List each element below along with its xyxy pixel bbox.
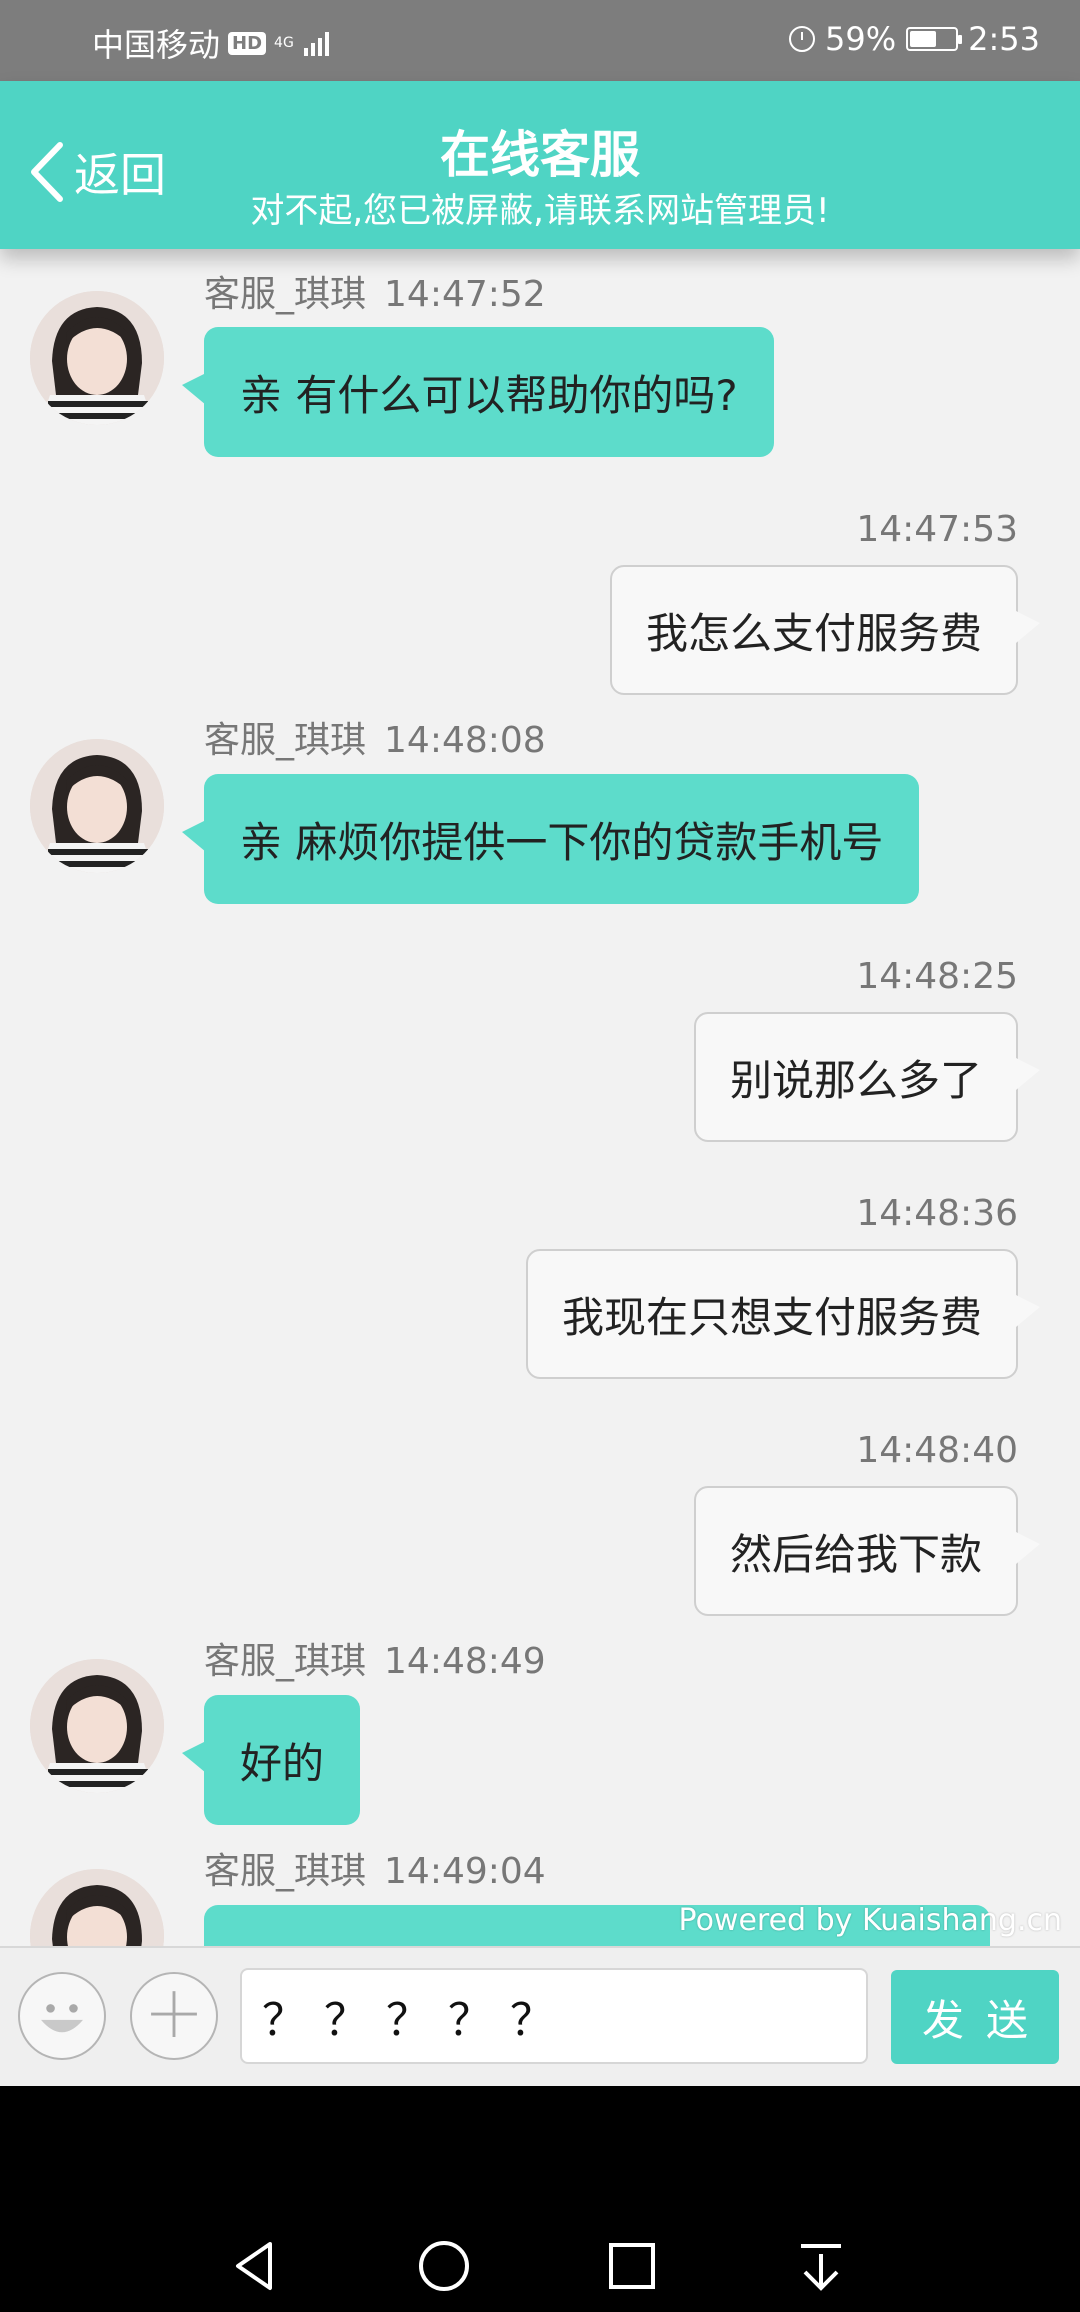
message-time: 14:48:25	[856, 956, 1018, 997]
message-meta: 客服_琪琪 14:47:52	[204, 265, 546, 317]
message-meta: 客服_琪琪 14:48:49	[204, 1632, 546, 1684]
avatar	[30, 291, 164, 425]
avatar-image	[30, 1869, 164, 1946]
system-navigation-bar	[0, 2086, 1080, 2312]
battery-icon	[906, 27, 963, 51]
nav-home-button[interactable]	[412, 2234, 476, 2298]
avatar-image	[30, 739, 164, 873]
status-time: 2:53	[968, 20, 1040, 58]
sender-name: 客服_琪琪	[204, 720, 367, 761]
send-button[interactable]: 发送	[891, 1970, 1059, 2064]
avatar	[30, 1659, 164, 1793]
message-time: 14:48:08	[384, 720, 546, 761]
emoji-icon	[41, 2004, 83, 2033]
agent-message-bubble: 亲 麻烦你提供一下你的贷款手机号	[181, 774, 920, 904]
network-type: 4G	[274, 36, 294, 50]
status-bar: 中国移动 HD 4G 59% 2:53	[0, 0, 1080, 81]
nav-back-button[interactable]	[224, 2234, 288, 2298]
plus-icon	[151, 1991, 197, 2037]
hd-icon: HD	[228, 31, 267, 55]
circle-home-icon	[419, 2241, 469, 2291]
status-right: 59% 2:53	[789, 20, 1040, 58]
message-time: 14:48:49	[384, 1641, 546, 1682]
avatar	[30, 739, 164, 873]
avatar-image	[30, 291, 164, 425]
sender-name: 客服_琪琪	[204, 1641, 367, 1682]
user-message-bubble: 别说那么多了	[693, 1012, 1041, 1142]
message-input[interactable]	[240, 1968, 868, 2064]
square-recent-icon	[609, 2243, 655, 2289]
avatar-image	[30, 1659, 164, 1793]
message-time: 14:48:40	[856, 1430, 1018, 1471]
message-time: 14:47:52	[384, 274, 546, 315]
alarm-icon	[789, 26, 816, 52]
add-attachment-button[interactable]	[130, 1972, 218, 2060]
page-title: 在线客服	[440, 126, 640, 184]
avatar	[30, 1869, 164, 1946]
input-bar: 发送	[0, 1946, 1080, 2086]
user-message-bubble: 我现在只想支付服务费	[525, 1249, 1041, 1379]
agent-message-bubble: 亲 有什么可以帮助你的吗?	[182, 327, 774, 457]
message-list[interactable]: 客服_琪琪 14:47:52 亲 有什么可以帮助你的吗? 14:47:53 我怎么…	[0, 249, 1080, 1946]
pull-down-icon	[801, 2244, 841, 2291]
message-meta: 客服_琪琪 14:49:04	[204, 1842, 546, 1894]
signal-icon	[303, 30, 329, 56]
network-label: 4G	[274, 35, 294, 51]
powered-by-label: Powered by Kuaishang.cn	[678, 1903, 1062, 1938]
battery-percent: 59%	[825, 20, 897, 58]
status-left: 中国移动 HD 4G	[92, 20, 329, 66]
message-time: 14:47:53	[856, 509, 1018, 550]
page-subtitle: 对不起,您已被屏蔽,请联系网站管理员!	[250, 191, 830, 231]
user-message-bubble: 然后给我下款	[693, 1486, 1041, 1616]
agent-message-bubble: 好的	[181, 1695, 361, 1825]
sender-name: 客服_琪琪	[204, 1851, 367, 1892]
emoji-button[interactable]	[18, 1972, 106, 2060]
message-meta: 客服_琪琪 14:48:08	[204, 711, 546, 763]
message-time: 14:49:04	[384, 1851, 546, 1892]
nav-recent-button[interactable]	[600, 2234, 664, 2298]
nav-notification-button[interactable]	[789, 2234, 853, 2298]
sender-name: 客服_琪琪	[204, 274, 367, 315]
chat-header: 返回 在线客服 对不起,您已被屏蔽,请联系网站管理员!	[0, 81, 1080, 249]
carrier-label: 中国移动	[92, 26, 221, 64]
user-message-bubble: 我怎么支付服务费	[609, 565, 1041, 695]
triangle-back-icon	[236, 2242, 272, 2290]
message-time: 14:48:36	[856, 1193, 1018, 1234]
